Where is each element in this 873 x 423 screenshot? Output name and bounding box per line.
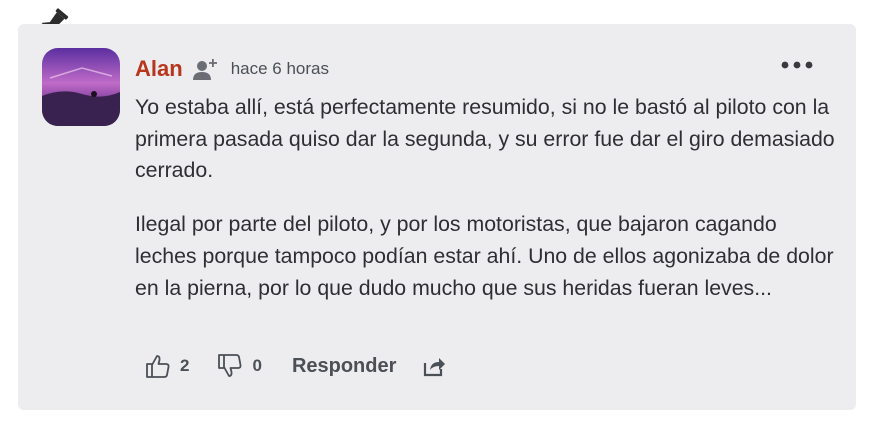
dislike-button[interactable]: 0 (217, 353, 262, 379)
comment-card: Alan hace 6 horas Yo estaba allí, está p… (18, 24, 856, 410)
comment-timestamp: hace 6 horas (230, 59, 329, 78)
avatar[interactable] (42, 48, 120, 126)
more-options-icon[interactable] (780, 58, 814, 72)
comment-actions: 2 0 Responder (145, 349, 446, 383)
share-icon[interactable] (422, 354, 446, 378)
thumbs-down-icon (218, 354, 242, 377)
comment-paragraph: Yo estaba allí, está perfectamente resum… (135, 95, 835, 183)
like-button[interactable]: 2 (145, 353, 189, 379)
reply-button[interactable]: Responder (292, 355, 396, 378)
like-count: 2 (180, 356, 190, 375)
comment-body: Yo estaba allí, está perfectamente resum… (135, 92, 835, 304)
follow-user-icon[interactable] (192, 56, 219, 82)
dislike-count: 0 (252, 356, 262, 375)
comment-header: Alan hace 6 horas (135, 54, 329, 84)
thumbs-up-icon (146, 355, 170, 378)
author-name[interactable]: Alan (135, 56, 183, 82)
comment-paragraph: Ilegal por parte del piloto, y por los m… (135, 212, 834, 300)
